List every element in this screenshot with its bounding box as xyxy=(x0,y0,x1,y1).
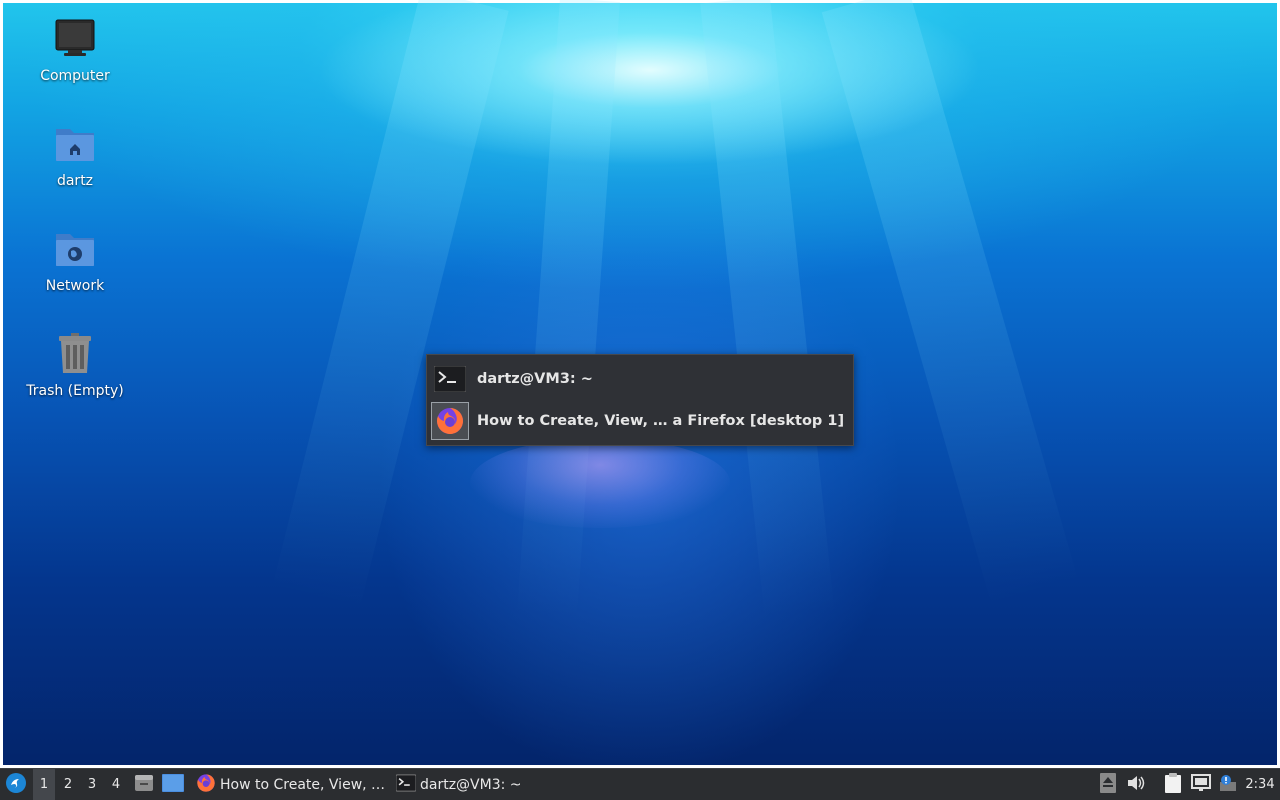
tray-network[interactable] xyxy=(1188,769,1214,800)
file-manager-icon xyxy=(134,773,154,797)
firefox-icon xyxy=(196,773,216,797)
start-menu-button[interactable] xyxy=(2,769,30,800)
eject-icon xyxy=(1100,772,1116,797)
desktop-icon-label: Computer xyxy=(40,68,110,84)
window-switcher: dartz@VM3: ~ How to Create, View, … a Fi… xyxy=(426,354,854,446)
switcher-item-firefox[interactable]: How to Create, View, … a Firefox [deskto… xyxy=(431,400,849,442)
light-ray xyxy=(821,0,1080,609)
task-button-label: How to Create, View, … xyxy=(220,776,386,793)
home-folder-icon xyxy=(51,121,99,169)
monitor-icon xyxy=(51,16,99,64)
task-button-terminal[interactable]: dartz@VM3: ~ xyxy=(390,769,560,800)
desktop-icon-trash[interactable]: Trash (Empty) xyxy=(15,331,135,399)
tray-notifications[interactable] xyxy=(1216,769,1240,800)
switcher-item-label: How to Create, View, … a Firefox [deskto… xyxy=(477,413,845,429)
workspace-2-button[interactable]: 2 xyxy=(57,769,79,800)
desktop[interactable]: Computer dartz Network Trash (Empty) dar… xyxy=(0,0,1280,768)
terminal-icon xyxy=(431,360,469,398)
light-ray xyxy=(271,0,509,613)
light-ray xyxy=(700,0,835,621)
tray-volume[interactable] xyxy=(1124,769,1148,800)
terminal-icon xyxy=(395,773,417,796)
task-button-firefox[interactable]: How to Create, View, … xyxy=(190,769,388,800)
jellyfish-glow xyxy=(470,438,730,528)
switcher-item-terminal[interactable]: dartz@VM3: ~ xyxy=(431,358,849,400)
firefox-icon xyxy=(431,402,469,440)
workspace-1-button[interactable]: 1 xyxy=(33,769,55,800)
volume-icon xyxy=(1127,775,1145,795)
switcher-item-label: dartz@VM3: ~ xyxy=(477,371,593,387)
desktop-icon-label: Trash (Empty) xyxy=(26,383,124,399)
network-monitor-icon xyxy=(1191,773,1211,796)
show-desktop-icon xyxy=(162,773,184,796)
desktop-icon-home[interactable]: dartz xyxy=(15,121,135,189)
lxqt-menu-icon xyxy=(5,772,27,798)
notification-icon xyxy=(1218,774,1238,796)
clipboard-icon xyxy=(1164,772,1182,797)
tray-removable-media[interactable] xyxy=(1098,769,1118,800)
desktop-icon-label: dartz xyxy=(56,173,94,189)
taskbar: 1 2 3 4 How to Create, View, … dartz@VM3… xyxy=(0,768,1280,800)
clock[interactable]: 2:34 xyxy=(1242,769,1278,800)
file-manager-launcher[interactable] xyxy=(132,769,156,800)
show-desktop-launcher[interactable] xyxy=(160,769,186,800)
trash-icon xyxy=(51,331,99,379)
network-folder-icon xyxy=(51,226,99,274)
desktop-icon-label: Network xyxy=(45,278,105,294)
workspace-4-button[interactable]: 4 xyxy=(105,769,127,800)
tray-clipboard[interactable] xyxy=(1160,769,1186,800)
task-button-label: dartz@VM3: ~ xyxy=(420,776,522,793)
desktop-icon-network[interactable]: Network xyxy=(15,226,135,294)
desktop-icon-computer[interactable]: Computer xyxy=(15,16,135,84)
workspace-3-button[interactable]: 3 xyxy=(81,769,103,800)
